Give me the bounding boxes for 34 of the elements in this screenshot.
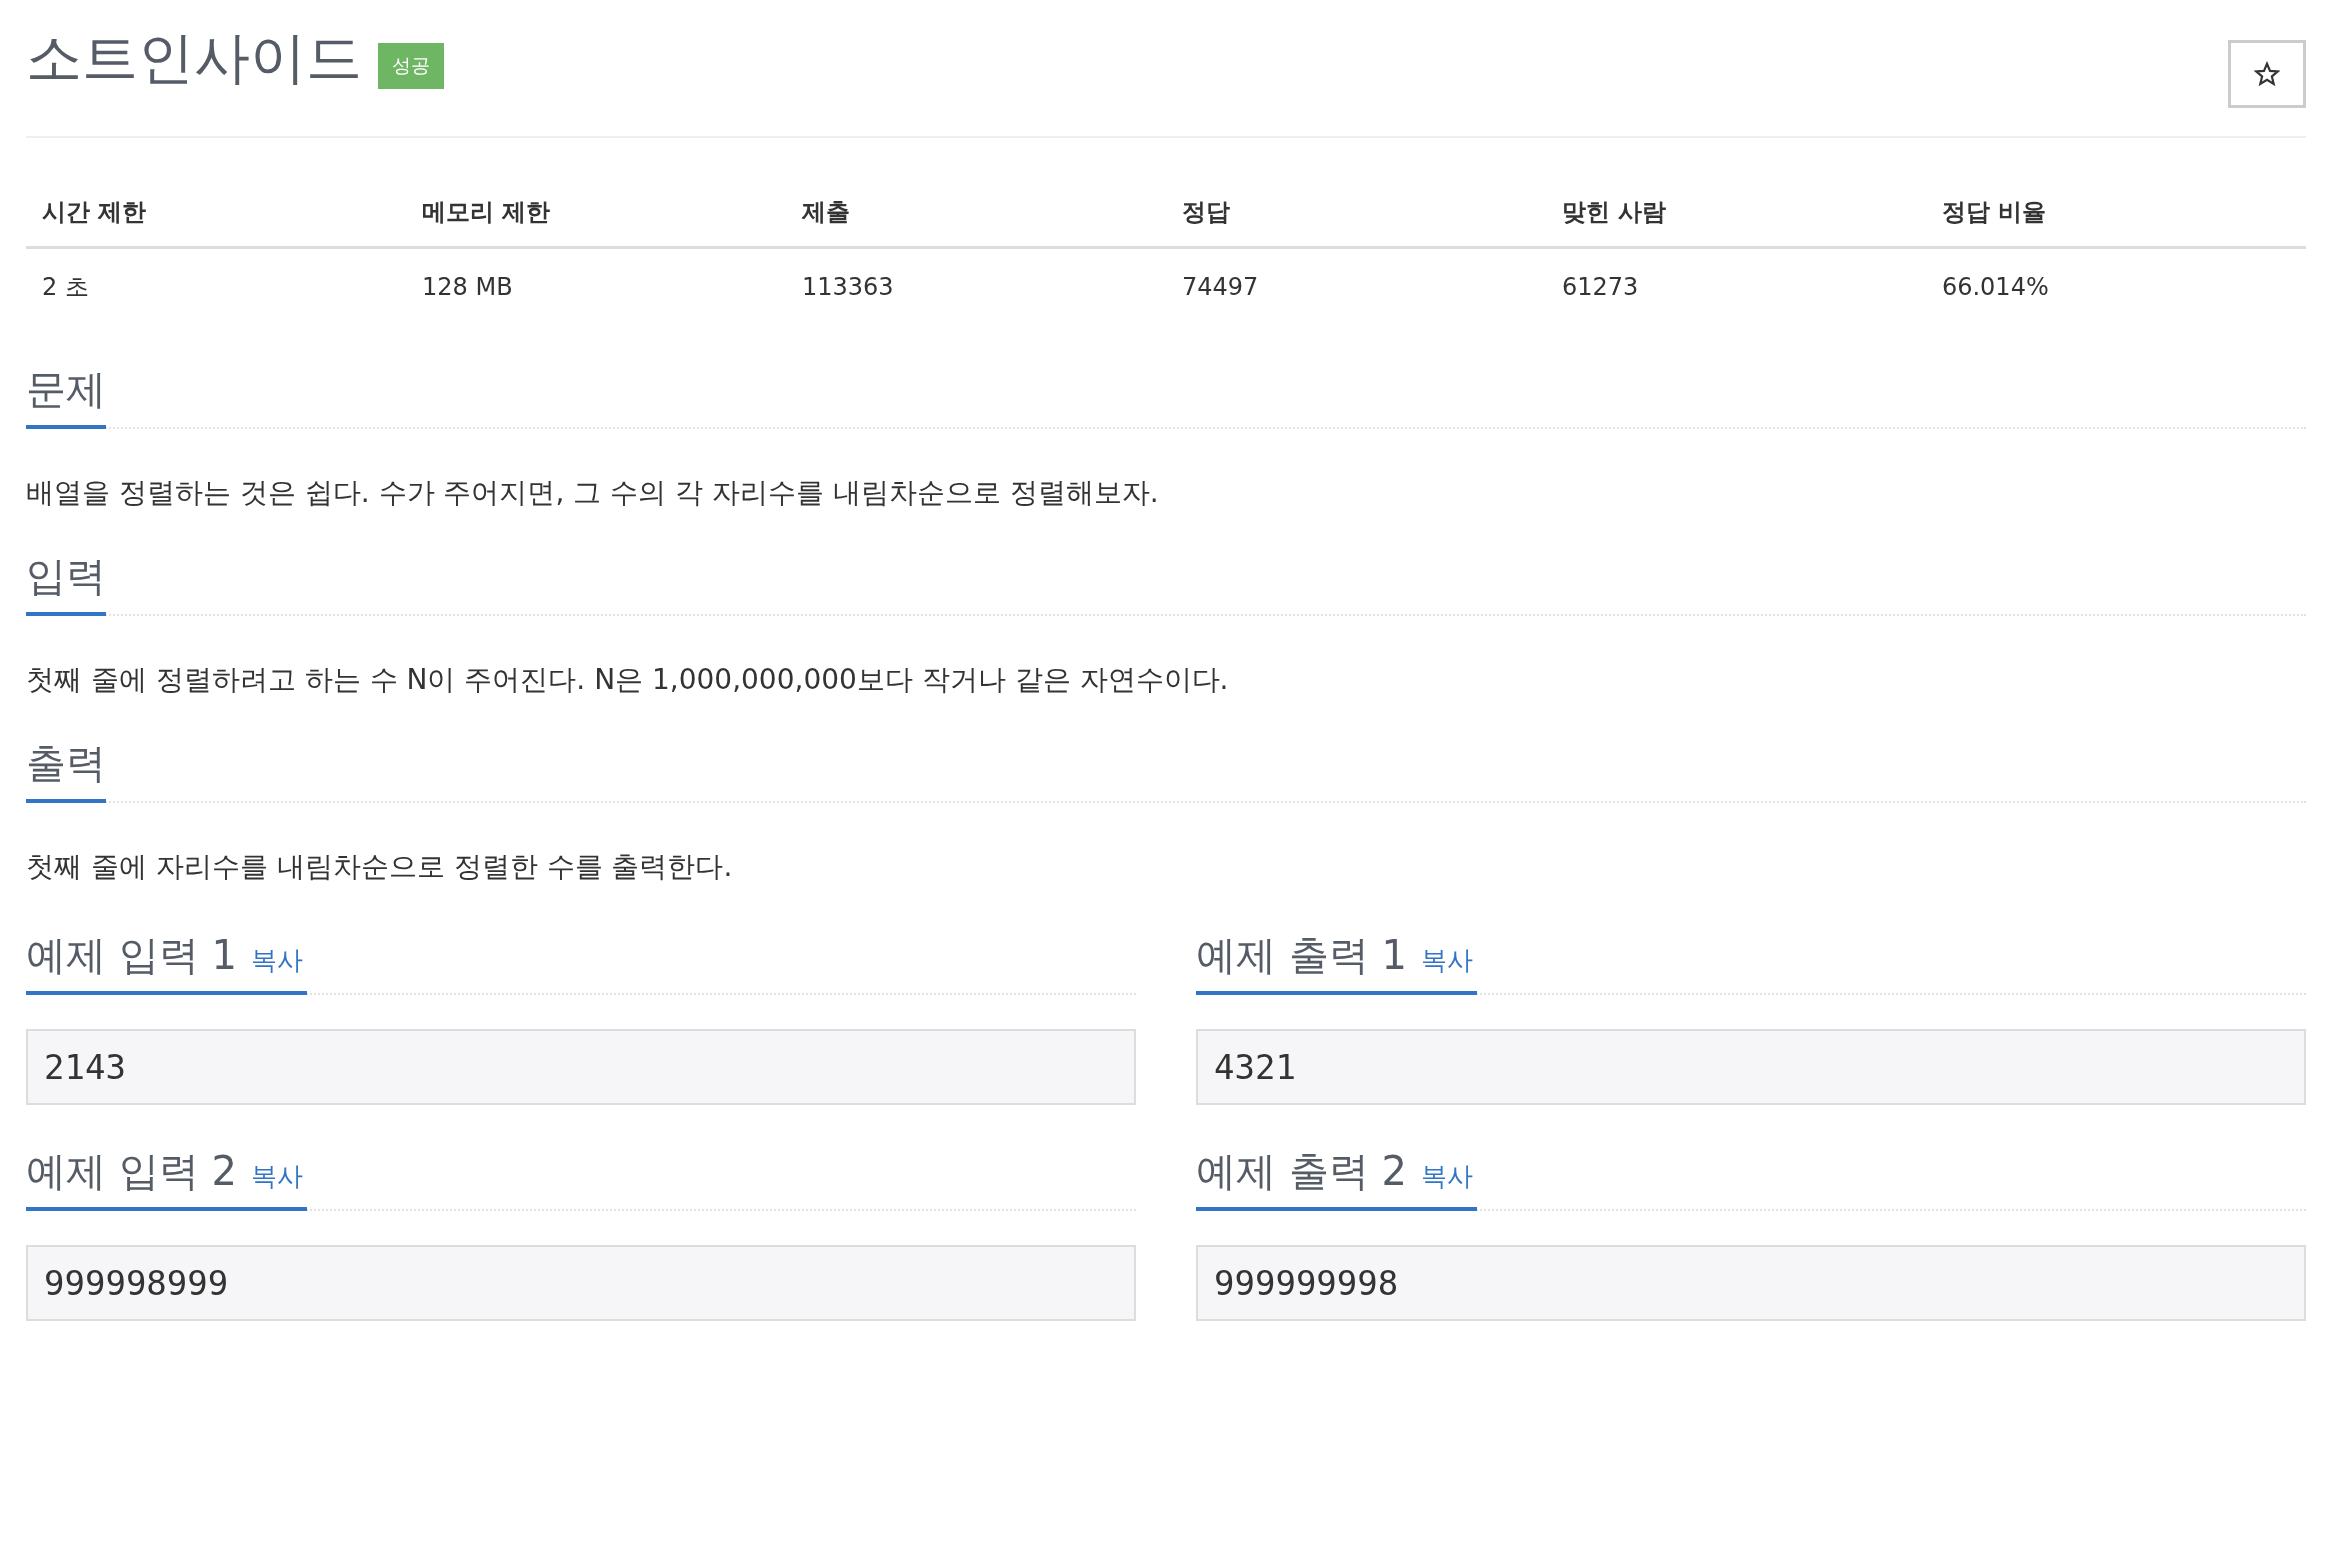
copy-link[interactable]: 복사 xyxy=(250,944,303,976)
table-cell: 74497 xyxy=(1165,247,1546,325)
copy-link[interactable]: 복사 xyxy=(1420,1160,1473,1192)
column-header: 제출 xyxy=(785,178,1166,248)
sample-heading: 예제 입력 1 xyxy=(26,930,237,979)
section-text: 첫째 줄에 자리수를 내림차순으로 정렬한 수를 출력한다. xyxy=(26,849,734,886)
section-text: 첫째 줄에 정렬하려고 하는 수 N이 주어진다. N은 1,000,000,000보다 작거나 같은 자연수이다. xyxy=(26,662,1230,699)
sample-heading: 예제 출력 2 xyxy=(1196,1146,1407,1195)
column-header: 정답 비율 xyxy=(1925,178,2306,248)
star-button[interactable] xyxy=(2228,40,2306,108)
sample-box: 4321 xyxy=(1196,1028,2306,1105)
sample-heading: 예제 입력 2 xyxy=(26,1146,237,1195)
sample-box: 2143 xyxy=(26,1028,1136,1105)
section-heading: 입력 xyxy=(26,552,106,617)
star-icon xyxy=(2254,61,2280,87)
status-badge: 성공 xyxy=(378,42,444,89)
problem-title: 소트인사이드 xyxy=(26,24,362,92)
copy-link[interactable]: 복사 xyxy=(250,1160,303,1192)
table-cell: 66.014% xyxy=(1925,247,2306,325)
sample-box: 999999998 xyxy=(1196,1244,2306,1321)
column-header: 맞힌 사람 xyxy=(1545,178,1926,248)
section-text: 배열을 정렬하는 것은 쉽다. 수가 주어지면, 그 수의 각 자리수를 내림차순으로 정렬해보자. xyxy=(26,475,1160,511)
table-cell: 61273 xyxy=(1545,247,1926,325)
section-heading: 출력 xyxy=(26,739,106,804)
table-cell: 113363 xyxy=(785,247,1166,325)
copy-link[interactable]: 복사 xyxy=(1420,944,1473,976)
column-header: 시간 제한 xyxy=(26,178,406,248)
sample-heading: 예제 출력 1 xyxy=(1196,930,1407,979)
table-cell: 128 MB xyxy=(406,247,786,325)
column-header: 메모리 제한 xyxy=(406,178,786,248)
sample-box: 999998999 xyxy=(26,1244,1136,1321)
table-cell: 2 초 xyxy=(26,247,406,325)
section-heading: 문제 xyxy=(26,365,106,429)
column-header: 정답 xyxy=(1165,178,1546,248)
